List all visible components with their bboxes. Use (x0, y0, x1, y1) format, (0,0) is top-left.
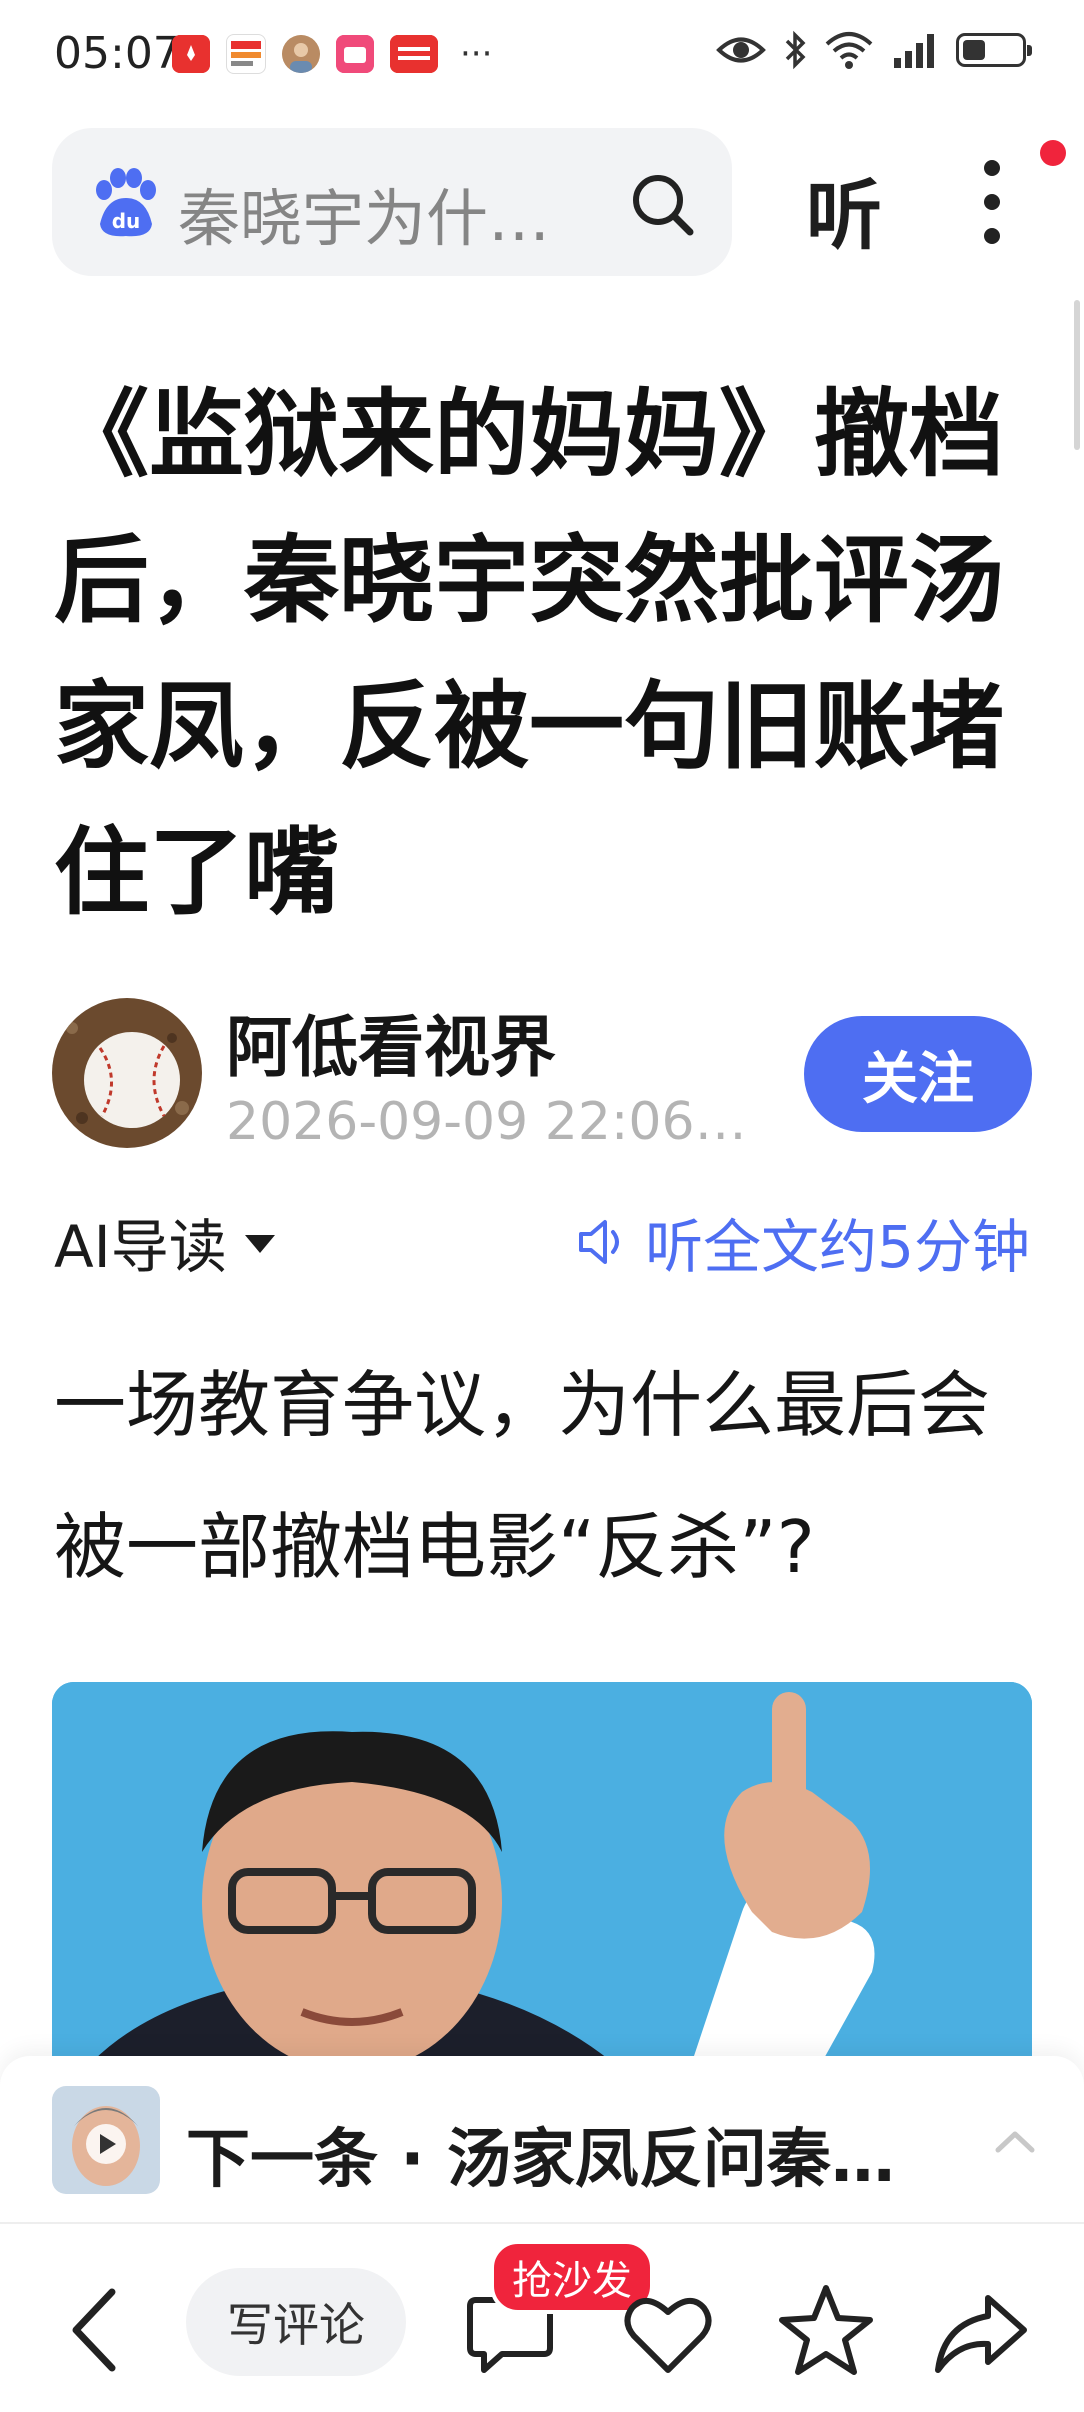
publish-time: 2026-09-09 22:06… (226, 1092, 747, 1152)
follow-button[interactable]: 关注 (804, 1016, 1032, 1132)
write-comment-button[interactable]: 写评论 (186, 2268, 406, 2376)
shop-app-icon (336, 35, 374, 73)
search-icon[interactable] (628, 170, 698, 240)
chevron-up-icon[interactable] (990, 2116, 1040, 2166)
star-icon[interactable] (776, 2280, 876, 2380)
baidu-paw-icon: du (96, 168, 156, 237)
ai-guide-label: AI导读 (54, 1213, 227, 1281)
article-lead: 一场教育争议，为什么最后会被一部撤档电影“反杀”? (54, 1363, 991, 1589)
ai-guide-toggle[interactable]: AI导读 (54, 1200, 275, 1284)
caret-down-icon (244, 1235, 275, 1253)
author-avatar[interactable] (52, 998, 202, 1148)
notification-dot (1040, 140, 1066, 166)
more-menu-icon[interactable] (972, 150, 1012, 250)
listen-full-button[interactable]: 听全文约5分钟 (575, 1200, 1030, 1284)
heart-icon[interactable] (620, 2288, 716, 2380)
avatar-app-icon (282, 35, 320, 73)
battery-icon (956, 33, 1032, 67)
toutiao-app-icon (390, 35, 438, 73)
news-app-icon (226, 34, 266, 74)
next-article-text[interactable]: 下一条 · 汤家凤反问秦… (186, 2108, 895, 2200)
speaker-icon (579, 1220, 620, 1264)
system-icons (716, 30, 1032, 70)
wifi-icon (825, 32, 873, 69)
notification-icons: ··· (172, 34, 492, 74)
svg-text:du: du (112, 209, 141, 233)
listen-full-label: 听全文约5分钟 (645, 1213, 1030, 1281)
more-notifications-icon: ··· (460, 34, 493, 74)
search-bar[interactable]: du 秦晓宇为什… (52, 128, 732, 276)
scroll-indicator (1074, 300, 1080, 450)
bluetooth-icon (785, 30, 806, 70)
share-icon[interactable] (930, 2284, 1030, 2380)
status-bar: 05:07 ··· (0, 0, 1084, 110)
search-query-text[interactable]: 秦晓宇为什… (178, 168, 550, 258)
article-title: 《监狱来的妈妈》撤档后，秦晓宇突然批评汤家凤，反被一句旧账堵住了嘴 (54, 380, 1005, 928)
next-article-bar[interactable]: 下一条 · 汤家凤反问秦… (0, 2056, 1084, 2222)
next-article-thumbnail[interactable] (52, 2086, 160, 2194)
huawei-app-icon (172, 35, 210, 73)
signal-icon (894, 34, 934, 68)
eye-icon (716, 37, 766, 63)
status-time: 05:07 (54, 28, 181, 79)
back-arrow-icon[interactable] (60, 2282, 130, 2378)
author-name[interactable]: 阿低看视界 (226, 994, 556, 1090)
article-image[interactable] (52, 1682, 1032, 2062)
listen-button[interactable]: 听 (806, 154, 882, 264)
bottom-toolbar: 写评论 抢沙发 (0, 2224, 1084, 2412)
